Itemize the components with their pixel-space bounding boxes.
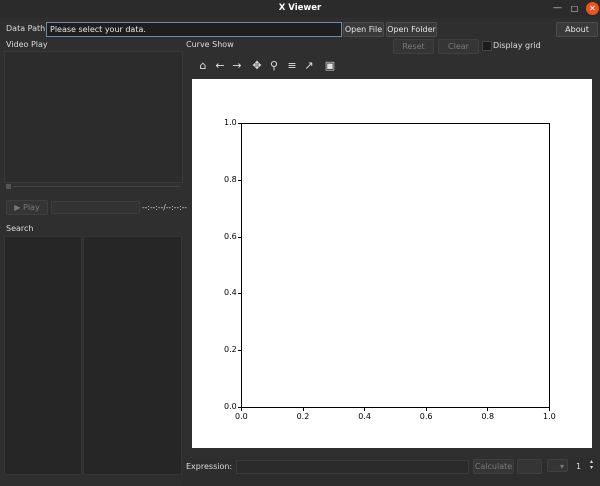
- y-tick-label: 0.0: [224, 402, 237, 411]
- search-list-left[interactable]: [4, 236, 82, 475]
- video-display: [4, 51, 183, 183]
- y-tick: [238, 350, 241, 352]
- x-tick-label: 0.0: [235, 412, 248, 421]
- plot-axes: [241, 123, 550, 408]
- display-grid-label: Display grid: [493, 41, 541, 50]
- x-tick-label: 0.2: [296, 412, 310, 421]
- data-path-input[interactable]: Please select your data.: [46, 22, 342, 37]
- y-tick: [238, 293, 241, 295]
- clear-button[interactable]: Clear: [438, 39, 479, 54]
- x-tick-label: 0.8: [481, 412, 495, 421]
- maximize-icon[interactable]: □: [568, 2, 581, 15]
- y-tick-label: 1.0: [224, 118, 237, 127]
- expression-label: Expression:: [186, 462, 233, 471]
- zoom-icon[interactable]: ⚲: [267, 59, 281, 73]
- play-button[interactable]: ▶ Play: [6, 200, 48, 215]
- operator-select[interactable]: ▾: [547, 459, 568, 472]
- home-icon[interactable]: ⌂: [196, 59, 210, 73]
- video-progress: [51, 201, 140, 214]
- edit-axis-icon[interactable]: ↗: [302, 59, 316, 73]
- spin-arrows-icon[interactable]: ▴ ▾: [590, 459, 593, 471]
- x-tick-label: 1.0: [543, 412, 556, 421]
- about-button[interactable]: About: [556, 22, 598, 37]
- x-tick-label: 0.4: [358, 412, 371, 421]
- data-path-label: Data Path:: [6, 24, 48, 33]
- x-tick: [364, 408, 366, 411]
- open-file-button[interactable]: Open File: [343, 22, 384, 37]
- forward-icon[interactable]: →: [230, 59, 244, 73]
- x-tick: [487, 408, 489, 411]
- back-icon[interactable]: ←: [213, 59, 227, 73]
- variable-select[interactable]: [517, 459, 542, 474]
- save-icon[interactable]: ▣: [323, 59, 337, 73]
- x-tick-label: 0.6: [419, 412, 433, 421]
- x-tick: [241, 408, 242, 411]
- configure-subplots-icon[interactable]: ≡: [285, 59, 299, 73]
- y-tick-label: 0.2: [224, 345, 237, 355]
- search-title: Search: [6, 224, 34, 233]
- y-tick: [238, 236, 241, 238]
- curve-show-title: Curve Show: [186, 40, 234, 49]
- spin-value: 1: [576, 462, 582, 471]
- video-play-title: Video Play: [6, 40, 48, 49]
- expression-input[interactable]: [236, 460, 469, 474]
- x-tick: [302, 408, 304, 411]
- search-list-right[interactable]: [83, 236, 182, 475]
- close-icon[interactable]: ✕: [586, 2, 599, 15]
- display-grid-checkbox[interactable]: [482, 41, 492, 51]
- window-title: X Viewer: [278, 3, 322, 13]
- y-tick-label: 0.6: [224, 231, 237, 241]
- minimize-icon[interactable]: —: [551, 2, 564, 15]
- y-tick-label: 0.4: [224, 288, 237, 298]
- y-tick: [238, 123, 241, 124]
- y-tick: [238, 407, 241, 408]
- reset-button[interactable]: Reset: [393, 39, 434, 54]
- x-tick: [425, 408, 427, 411]
- open-folder-button[interactable]: Open Folder: [386, 22, 437, 37]
- x-tick: [549, 408, 550, 411]
- y-tick-label: 0.8: [224, 174, 237, 184]
- video-time: --:--:--/--:--:--: [142, 203, 188, 212]
- pan-icon[interactable]: ✥: [250, 59, 264, 73]
- y-tick: [238, 179, 241, 181]
- calculate-button[interactable]: Calculate: [473, 459, 514, 474]
- video-slider[interactable]: [13, 186, 180, 187]
- video-slider-handle[interactable]: [6, 184, 11, 189]
